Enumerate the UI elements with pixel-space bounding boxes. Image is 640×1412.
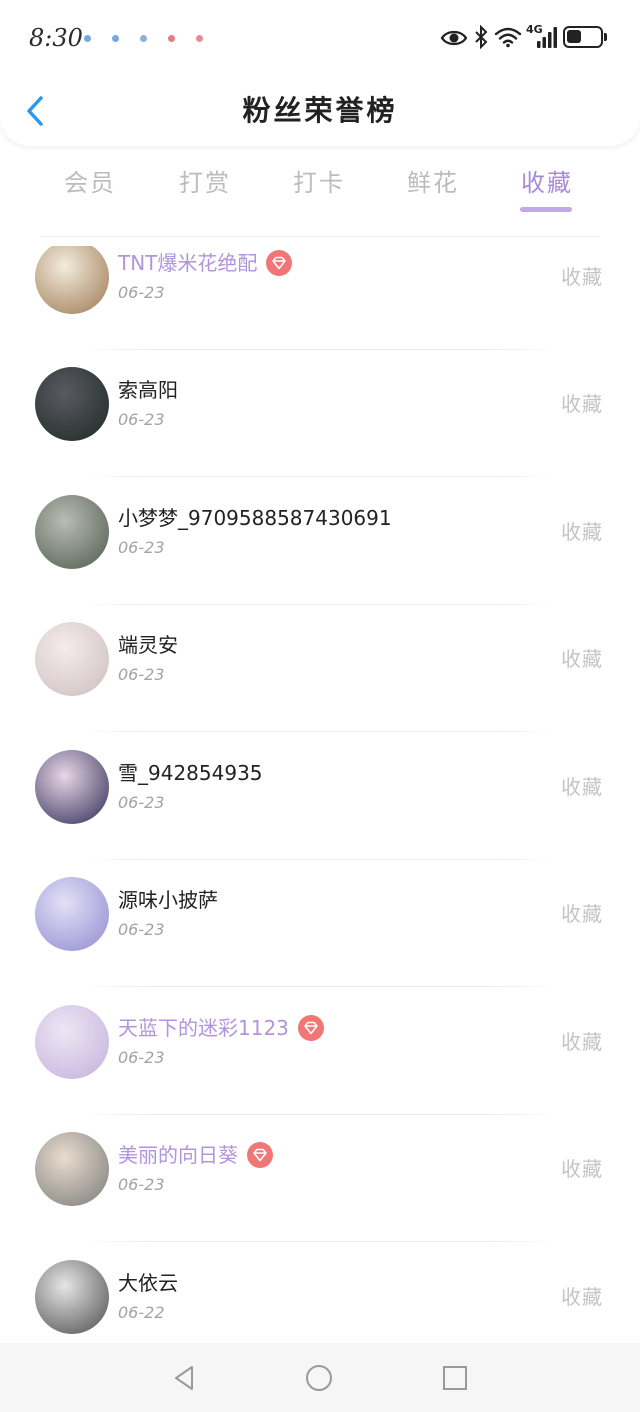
avatar[interactable] [35, 877, 109, 951]
name-line: 源味小披萨 [118, 886, 218, 914]
list-item[interactable]: TNT爆米花绝配 06-23 收藏 [0, 246, 640, 350]
user-name: 大依云 [118, 1270, 178, 1295]
list-item[interactable]: 大依云 06-22 收藏 [0, 1242, 640, 1344]
notification-icon [168, 35, 175, 42]
avatar[interactable] [35, 622, 109, 696]
eye-icon [440, 28, 468, 48]
diamond-badge-icon [247, 1142, 273, 1168]
user-name: 雪_942854935 [118, 760, 263, 785]
date: 06-23 [118, 1047, 165, 1067]
list-item[interactable]: 雪_942854935 06-23 收藏 [0, 732, 640, 860]
name-line: 美丽的向日葵 [118, 1141, 273, 1169]
date: 06-22 [118, 1302, 165, 1322]
date: 06-23 [118, 537, 165, 557]
avatar[interactable] [35, 246, 109, 314]
favorite-label: 收藏 [561, 1284, 603, 1309]
back-button[interactable] [25, 95, 45, 127]
user-name: TNT爆米花绝配 [118, 250, 258, 275]
tab-membership[interactable]: 会员 [33, 150, 147, 216]
app-screen: 8:30 4G 粉丝荣誉榜 会员 打赏 打卡 鲜花 收藏 TNT爆米花绝配 06… [0, 0, 640, 1412]
list-item[interactable]: 源味小披萨 06-23 收藏 [0, 859, 640, 987]
back-triangle-icon[interactable] [170, 1364, 198, 1392]
avatar[interactable] [35, 1132, 109, 1206]
favorite-label: 收藏 [561, 1157, 603, 1181]
date: 06-23 [118, 920, 165, 939]
diamond-badge-icon [297, 1014, 324, 1041]
bluetooth-icon [474, 24, 488, 50]
favorite-label: 收藏 [561, 264, 603, 289]
name-line: 大依云 [118, 1269, 178, 1297]
tab-flowers[interactable]: 鲜花 [376, 150, 490, 216]
avatar[interactable] [35, 1004, 109, 1079]
list-item[interactable]: 小梦梦_9709588587430691 06-23 收藏 [0, 477, 640, 605]
tab-reward[interactable]: 打赏 [148, 150, 262, 216]
name-line: 索高阳 [118, 376, 178, 404]
favorite-label: 收藏 [561, 647, 603, 671]
name-line: 天蓝下的迷彩1123 [118, 1014, 324, 1042]
date: 06-23 [118, 1175, 165, 1194]
user-name: 天蓝下的迷彩1123 [118, 1015, 289, 1040]
avatar[interactable] [35, 367, 109, 441]
list-item[interactable]: 美丽的向日葵 06-23 收藏 [0, 1114, 640, 1242]
name-line: 小梦梦_9709588587430691 [118, 504, 392, 532]
list-item[interactable]: 天蓝下的迷彩1123 06-23 收藏 [0, 987, 640, 1115]
name-line: TNT爆米花绝配 [118, 249, 293, 277]
notification-icon [140, 35, 147, 42]
notification-icon [196, 35, 203, 42]
user-name: 端灵安 [118, 633, 178, 657]
favorite-label: 收藏 [561, 392, 603, 416]
fan-list[interactable]: TNT爆米花绝配 06-23 收藏 索高阳 06-23 收藏 小梦梦_97095… [0, 246, 640, 1343]
avatar[interactable] [35, 494, 109, 569]
wifi-icon [494, 26, 522, 48]
battery-nub [604, 33, 607, 41]
battery-level-fill [567, 30, 581, 43]
date: 06-23 [118, 410, 165, 429]
name-line: 端灵安 [118, 631, 178, 659]
favorite-label: 收藏 [561, 1029, 603, 1054]
chevron-left-icon [25, 96, 45, 131]
date: 06-23 [118, 665, 165, 684]
user-name: 索高阳 [118, 378, 178, 402]
name-line: 雪_942854935 [118, 759, 263, 787]
list-item[interactable]: 索高阳 06-23 收藏 [0, 349, 640, 477]
avatar[interactable] [35, 749, 109, 824]
recents-square-icon[interactable] [441, 1364, 469, 1392]
status-time: 8:30 [29, 24, 83, 52]
user-name: 小梦梦_9709588587430691 [118, 505, 392, 530]
notification-icon [84, 35, 91, 42]
tab-active-indicator [520, 207, 572, 212]
date: 06-23 [118, 282, 165, 302]
tab-checkin[interactable]: 打卡 [262, 150, 376, 216]
home-circle-icon[interactable] [305, 1364, 333, 1392]
tabs-divider [40, 236, 600, 237]
user-name: 美丽的向日葵 [118, 1143, 238, 1167]
favorite-label: 收藏 [561, 519, 603, 544]
date: 06-23 [118, 792, 165, 812]
avatar[interactable] [35, 1259, 109, 1334]
signal-icon [536, 27, 558, 48]
user-name: 源味小披萨 [118, 888, 218, 912]
favorite-label: 收藏 [561, 774, 603, 799]
list-item[interactable]: 端灵安 06-23 收藏 [0, 604, 640, 732]
battery-icon [563, 26, 603, 48]
system-nav-bar [0, 1343, 640, 1412]
page-title: 粉丝荣誉榜 [242, 94, 398, 127]
notification-icon [112, 35, 119, 42]
favorite-label: 收藏 [561, 902, 603, 926]
diamond-badge-icon [266, 249, 293, 276]
